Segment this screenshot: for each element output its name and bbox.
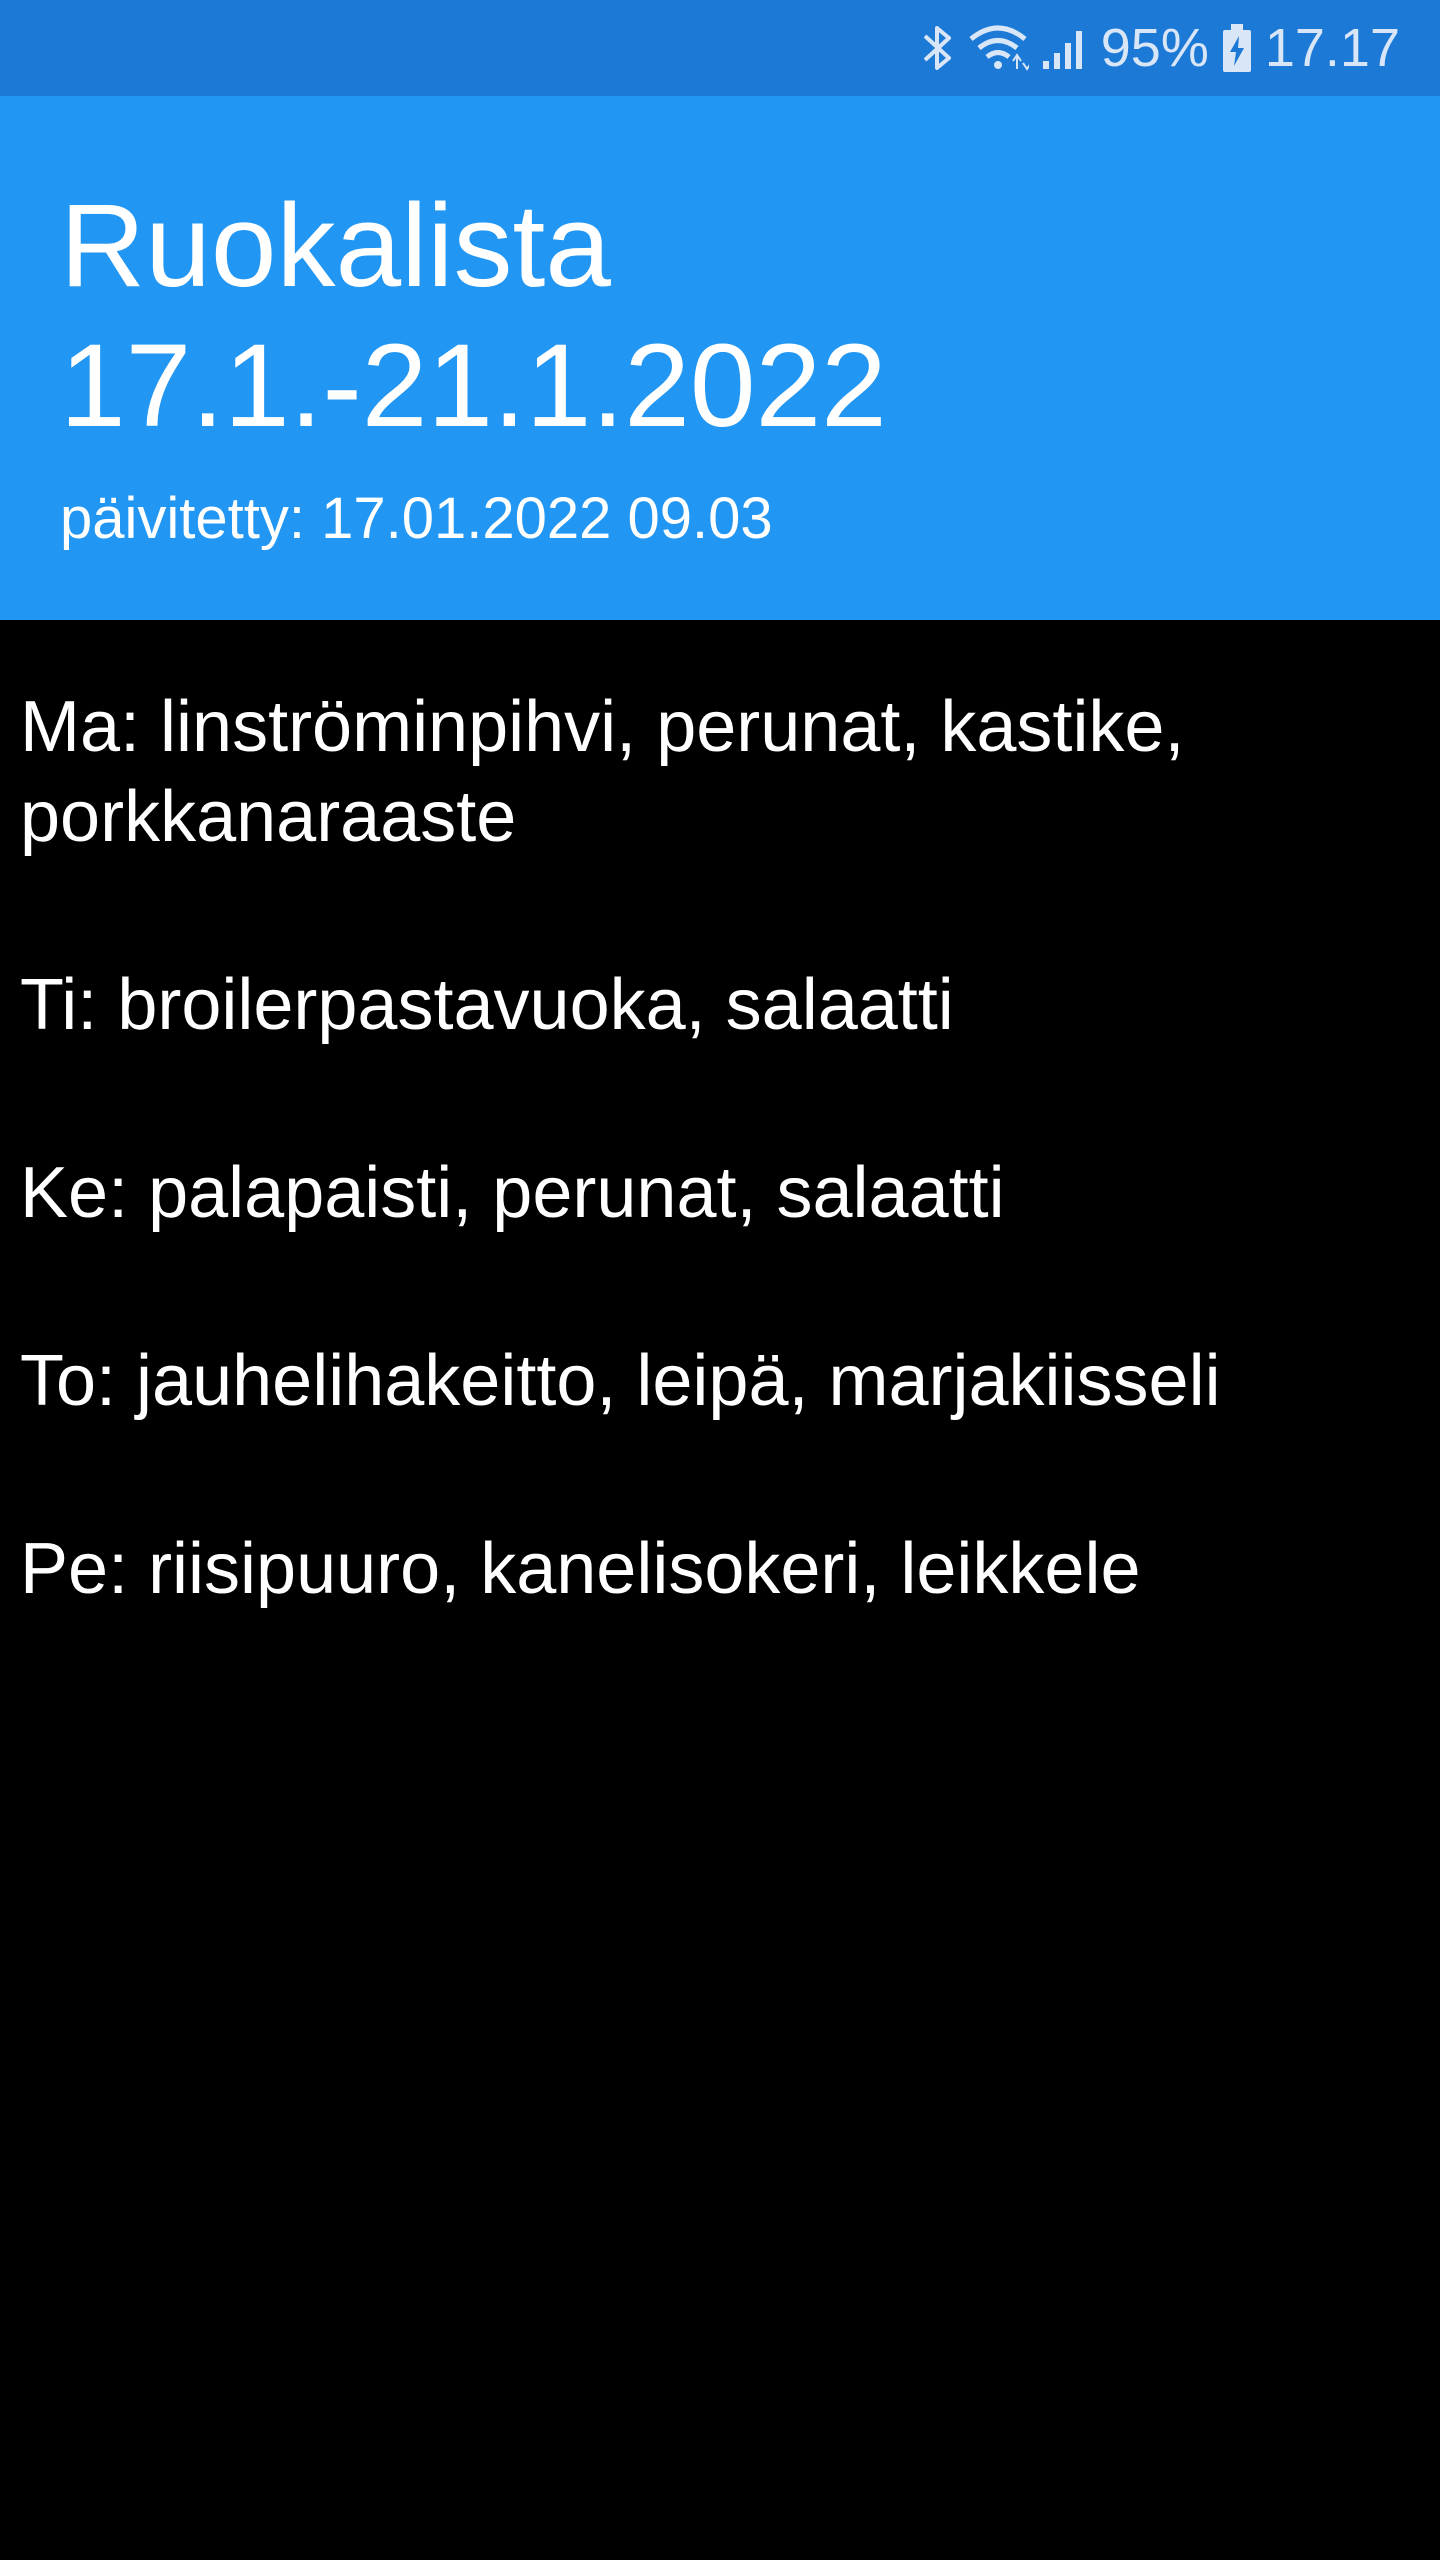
clock: 17.17 — [1264, 18, 1400, 78]
week-range: 17.1.-21.1.2022 — [60, 320, 887, 452]
bluetooth-icon — [921, 22, 955, 74]
menu-item-tuesday: Ti: broilerpastavuoka, salaatti — [20, 965, 954, 1045]
title-label: Ruokalista — [60, 180, 611, 312]
battery-charging-icon — [1221, 22, 1253, 74]
signal-icon — [1041, 25, 1089, 71]
status-icons: 95% 17.17 — [921, 0, 1400, 96]
app-header: Ruokalista 17.1.-21.1.2022 päivitetty: 1… — [0, 96, 1440, 620]
menu-item-friday: Pe: riisipuuro, kanelisokeri, leikkele — [20, 1529, 1141, 1609]
page-title: Ruokalista 17.1.-21.1.2022 — [60, 176, 1380, 456]
menu-item-monday: Ma: linströminpihvi, perunat, kastike, p… — [20, 687, 1185, 857]
menu-item-thursday: To: jauhelihakeitto, leipä, marjakiissel… — [20, 1341, 1221, 1421]
updated-timestamp: päivitetty: 17.01.2022 09.03 — [60, 486, 773, 551]
menu-item-wednesday: Ke: palapaisti, perunat, salaatti — [20, 1153, 1005, 1233]
menu-list: Ma: linströminpihvi, perunat, kastike, p… — [20, 682, 1420, 1712]
wifi-icon — [967, 23, 1029, 73]
battery-percent: 95% — [1100, 18, 1209, 78]
status-bar: 95% 17.17 — [0, 0, 1440, 96]
